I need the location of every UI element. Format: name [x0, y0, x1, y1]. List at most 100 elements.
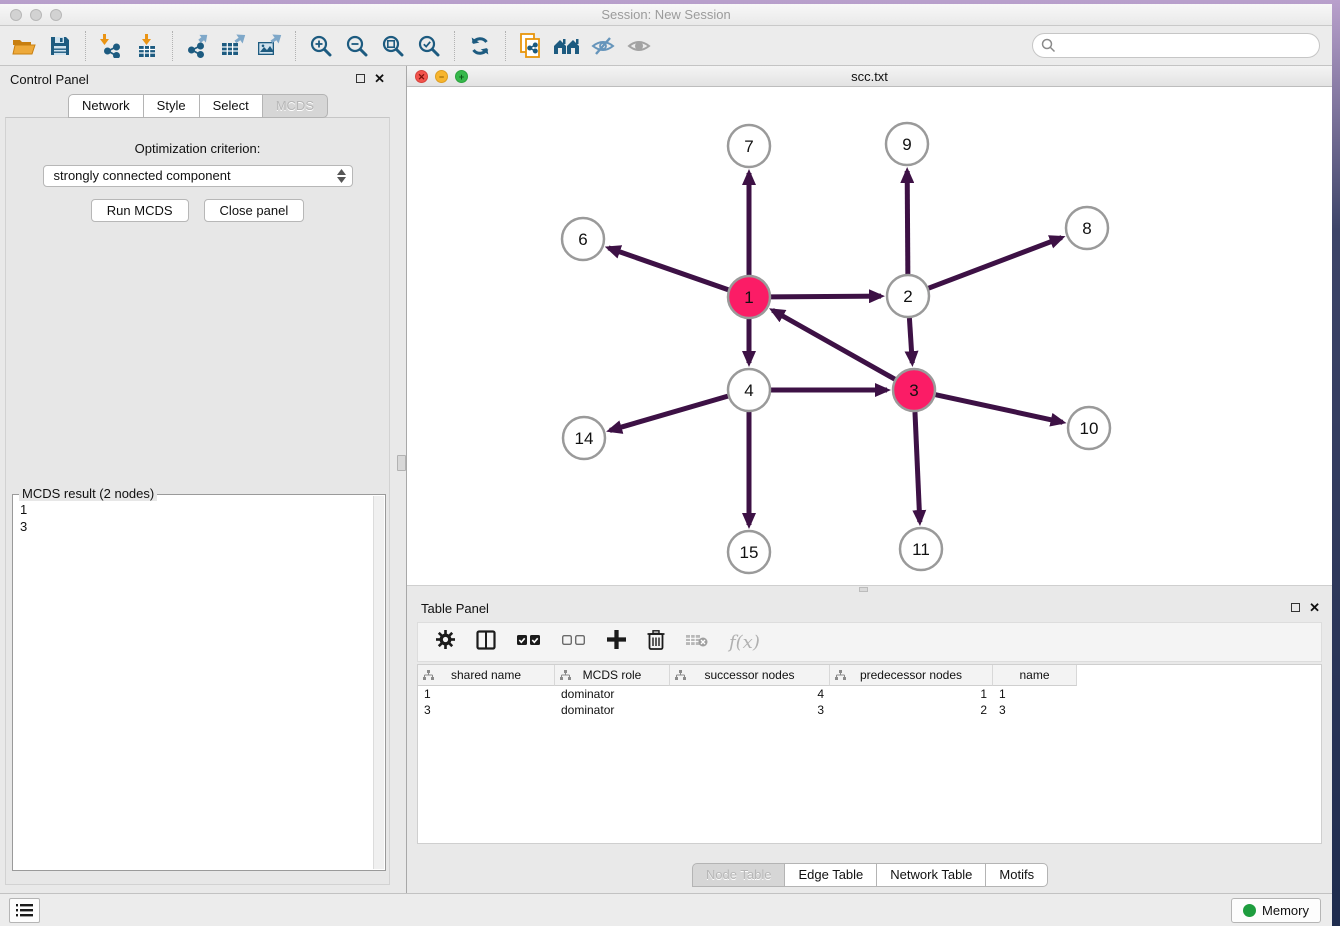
splitter-handle-icon[interactable] [397, 455, 406, 471]
settings-gear-icon[interactable] [436, 630, 455, 654]
refresh-icon[interactable] [462, 29, 498, 63]
column-type-icon [835, 670, 846, 681]
network-minimize-button[interactable]: − [435, 70, 448, 83]
mcds-result-text[interactable]: 1 3 [14, 497, 372, 869]
column-type-icon [560, 670, 571, 681]
network-window: ✕ − + scc.txt 12346789101114 [407, 66, 1332, 592]
tab-mcds[interactable]: MCDS [262, 94, 328, 118]
toolbar-separator [172, 31, 173, 61]
column-selector-icon[interactable] [476, 630, 496, 655]
cell-predecessor-nodes[interactable]: 2 [830, 702, 993, 718]
close-table-panel-icon[interactable]: ✕ [1309, 602, 1320, 613]
result-scrollbar[interactable] [373, 496, 384, 869]
node-table[interactable]: shared name MCDS role successor nodes [417, 664, 1322, 844]
graph-edge[interactable] [907, 171, 908, 274]
cell-mcds-role[interactable]: dominator [555, 686, 670, 702]
deselect-all-checkboxes-icon[interactable] [562, 633, 586, 651]
network-from-clipboard-icon[interactable] [513, 29, 549, 63]
graph-edge[interactable] [935, 395, 1062, 423]
network-maximize-button[interactable]: + [455, 70, 468, 83]
graph-node-label: 15 [740, 543, 759, 562]
column-header-predecessor-nodes[interactable]: predecessor nodes [830, 665, 993, 686]
cell-mcds-role[interactable]: dominator [555, 702, 670, 718]
zoom-out-icon[interactable] [339, 29, 375, 63]
float-table-panel-icon[interactable] [1291, 603, 1300, 612]
select-all-checkboxes-icon[interactable] [517, 633, 541, 651]
cell-successor-nodes[interactable]: 4 [670, 686, 830, 702]
graph-edge[interactable] [773, 310, 895, 379]
task-history-button[interactable] [9, 898, 40, 923]
graph-edge[interactable] [915, 412, 920, 522]
cell-successor-nodes[interactable]: 3 [670, 702, 830, 718]
export-table-icon[interactable] [216, 29, 252, 63]
cell-shared-name[interactable]: 1 [418, 686, 555, 702]
tab-select[interactable]: Select [199, 94, 263, 118]
graph-edge[interactable] [610, 396, 728, 430]
graph-edge[interactable] [608, 248, 728, 290]
zoom-fit-icon[interactable] [375, 29, 411, 63]
network-graph[interactable]: 1234678910111415 [407, 87, 1331, 585]
function-builder-icon: f(x) [729, 632, 760, 653]
network-close-button[interactable]: ✕ [415, 70, 428, 83]
memory-button[interactable]: Memory [1231, 898, 1321, 923]
tab-network[interactable]: Network [68, 94, 144, 118]
graph-edge[interactable] [909, 318, 912, 363]
graph-node-label: 2 [903, 287, 912, 306]
close-window-button[interactable] [10, 9, 22, 21]
main-toolbar [0, 26, 1332, 66]
graph-node-label: 3 [909, 381, 918, 400]
cell-name[interactable]: 1 [993, 686, 1077, 702]
graph-edge[interactable] [771, 296, 881, 297]
zoom-in-icon[interactable] [303, 29, 339, 63]
desktop-wallpaper-strip [1332, 0, 1340, 926]
search-icon [1041, 38, 1056, 53]
cell-predecessor-nodes[interactable]: 1 [830, 686, 993, 702]
hide-details-icon[interactable] [585, 29, 621, 63]
memory-status-icon [1243, 904, 1256, 917]
close-panel-icon[interactable]: ✕ [374, 73, 385, 84]
run-mcds-button[interactable]: Run MCDS [91, 199, 189, 222]
tab-network-table[interactable]: Network Table [876, 863, 986, 887]
graph-node-label: 8 [1082, 219, 1091, 238]
column-header-successor-nodes[interactable]: successor nodes [670, 665, 830, 686]
open-file-icon[interactable] [6, 29, 42, 63]
tab-style[interactable]: Style [143, 94, 200, 118]
tab-node-table[interactable]: Node Table [692, 863, 786, 887]
import-table-icon[interactable] [129, 29, 165, 63]
column-header-shared-name[interactable]: shared name [418, 665, 555, 686]
save-session-icon[interactable] [42, 29, 78, 63]
select-stepper-icon [337, 169, 346, 183]
table-row[interactable]: 1 dominator 4 1 1 [418, 686, 1321, 702]
criterion-select[interactable]: strongly connected component [43, 165, 353, 187]
zoom-selected-icon[interactable] [411, 29, 447, 63]
export-image-icon[interactable] [252, 29, 288, 63]
minimize-window-button[interactable] [30, 9, 42, 21]
show-all-networks-icon[interactable] [549, 29, 585, 63]
toolbar-separator [295, 31, 296, 61]
show-details-icon[interactable] [621, 29, 657, 63]
zoom-window-button[interactable] [50, 9, 62, 21]
import-network-icon[interactable] [93, 29, 129, 63]
graph-edge[interactable] [929, 238, 1062, 289]
column-type-icon [675, 670, 686, 681]
close-panel-button[interactable]: Close panel [204, 199, 305, 222]
graph-node-label: 10 [1080, 419, 1099, 438]
tab-edge-table[interactable]: Edge Table [784, 863, 877, 887]
cell-shared-name[interactable]: 3 [418, 702, 555, 718]
cell-name[interactable]: 3 [993, 702, 1077, 718]
table-row[interactable]: 3 dominator 3 2 3 [418, 702, 1321, 718]
column-header-name[interactable]: name [993, 665, 1077, 686]
column-header-mcds-role[interactable]: MCDS role [555, 665, 670, 686]
search-input[interactable] [1032, 33, 1320, 58]
graph-node-label: 4 [744, 381, 753, 400]
tab-motifs[interactable]: Motifs [985, 863, 1048, 887]
float-panel-icon[interactable] [356, 74, 365, 83]
graph-node-label: 6 [578, 230, 587, 249]
toolbar-separator [454, 31, 455, 61]
panel-splitter[interactable] [395, 66, 407, 893]
delete-column-icon[interactable] [647, 630, 665, 655]
network-canvas[interactable]: 1234678910111415 [407, 87, 1332, 585]
add-column-icon[interactable] [607, 630, 626, 654]
app-window: Session: New Session [0, 4, 1332, 926]
export-network-icon[interactable] [180, 29, 216, 63]
